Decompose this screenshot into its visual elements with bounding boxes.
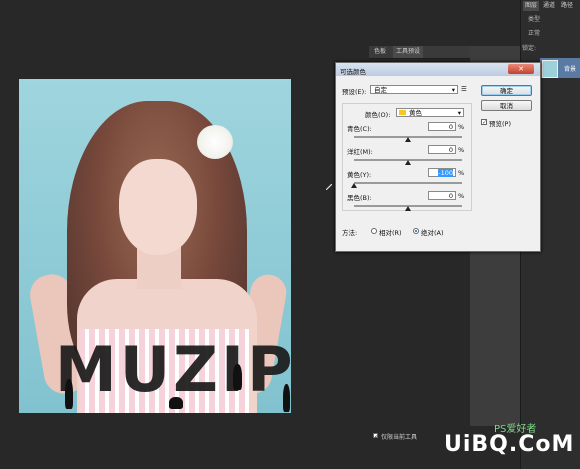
slider-track[interactable] xyxy=(354,182,462,184)
layer-kind-filter[interactable]: 类型 xyxy=(522,14,578,25)
absolute-label: 绝对(A) xyxy=(421,229,444,237)
silhouette-figure xyxy=(169,397,183,409)
layer-name: 背景 xyxy=(564,66,577,73)
tab-tool-presets[interactable]: 工具预设 xyxy=(393,46,424,58)
tab-channels[interactable]: 通道 xyxy=(541,1,557,11)
chevron-down-icon: ▾ xyxy=(457,109,461,117)
photo-flower xyxy=(197,125,233,159)
close-icon: ✕ xyxy=(518,65,524,73)
relative-radio[interactable] xyxy=(371,228,377,234)
preview-checkbox[interactable]: ✓ xyxy=(481,119,487,126)
photo-face xyxy=(119,159,197,255)
option-checkbox[interactable]: ✓ xyxy=(373,433,379,440)
ok-button[interactable]: 确定 xyxy=(481,85,532,96)
preset-label: 预设(E): xyxy=(342,88,367,96)
canvas-logo-text: MUZIPP xyxy=(55,333,291,406)
preset-menu-icon[interactable]: ☰ xyxy=(461,85,467,93)
chevron-down-icon: ▾ xyxy=(451,86,455,94)
silhouette-figure xyxy=(283,384,290,412)
colors-label: 颜色(O): xyxy=(365,111,391,119)
preview-label: 预览(P) xyxy=(489,120,511,128)
slider-value-field[interactable]: 0 xyxy=(428,145,456,154)
percent-unit: % xyxy=(458,146,465,154)
tab-layers[interactable]: 图层 xyxy=(523,1,540,11)
color-swatch xyxy=(399,110,406,115)
absolute-radio[interactable] xyxy=(413,228,419,234)
selective-color-dialog: 可选颜色 ✕ 预设(E): 自定 ▾ ☰ 确定 取消 ✓ 预览(P) 颜色(O)… xyxy=(335,62,541,252)
slider-label: 黄色(Y): xyxy=(347,171,372,179)
method-label: 方法: xyxy=(342,229,358,237)
swatches-panel-tabs: 色板 工具预设 xyxy=(369,46,484,59)
preset-select[interactable]: 自定 ▾ xyxy=(370,85,458,94)
lock-label: 锁定: xyxy=(522,45,537,52)
slider-label: 青色(C): xyxy=(347,125,372,133)
slider-label: 洋红(M): xyxy=(347,148,373,156)
close-button[interactable]: ✕ xyxy=(508,64,534,74)
colors-select[interactable]: 黄色 ▾ xyxy=(396,108,464,117)
site-watermark: UiBQ.CoM xyxy=(444,432,575,457)
slider-label: 黑色(B): xyxy=(347,194,372,202)
slider-value-field[interactable]: 0 xyxy=(428,191,456,200)
cursor-icon xyxy=(325,183,333,191)
relative-label: 相对(R) xyxy=(379,229,402,237)
cancel-button[interactable]: 取消 xyxy=(481,100,532,111)
slider-thumb[interactable] xyxy=(405,160,411,165)
tab-paths[interactable]: 路径 xyxy=(559,1,575,11)
layer-thumbnail xyxy=(542,60,558,78)
percent-unit: % xyxy=(458,192,465,200)
dialog-title: 可选颜色 xyxy=(340,68,366,76)
canvas-document[interactable]: MUZIPP · · · · · · · · · · xyxy=(19,79,291,413)
slider-value-field[interactable]: -100 xyxy=(428,168,456,177)
silhouette-figure xyxy=(65,379,73,409)
slider-thumb[interactable] xyxy=(405,137,411,142)
percent-unit: % xyxy=(458,169,465,177)
slider-thumb[interactable] xyxy=(405,206,411,211)
slider-value-field[interactable]: 0 xyxy=(428,122,456,131)
silhouette-figure xyxy=(233,364,242,390)
dialog-title-bar[interactable]: 可选颜色 ✕ xyxy=(336,63,540,76)
percent-unit: % xyxy=(458,123,465,131)
blend-mode-select[interactable]: 正常 xyxy=(522,28,578,39)
tab-swatches[interactable]: 色板 xyxy=(371,46,389,58)
slider-thumb[interactable] xyxy=(351,183,357,188)
